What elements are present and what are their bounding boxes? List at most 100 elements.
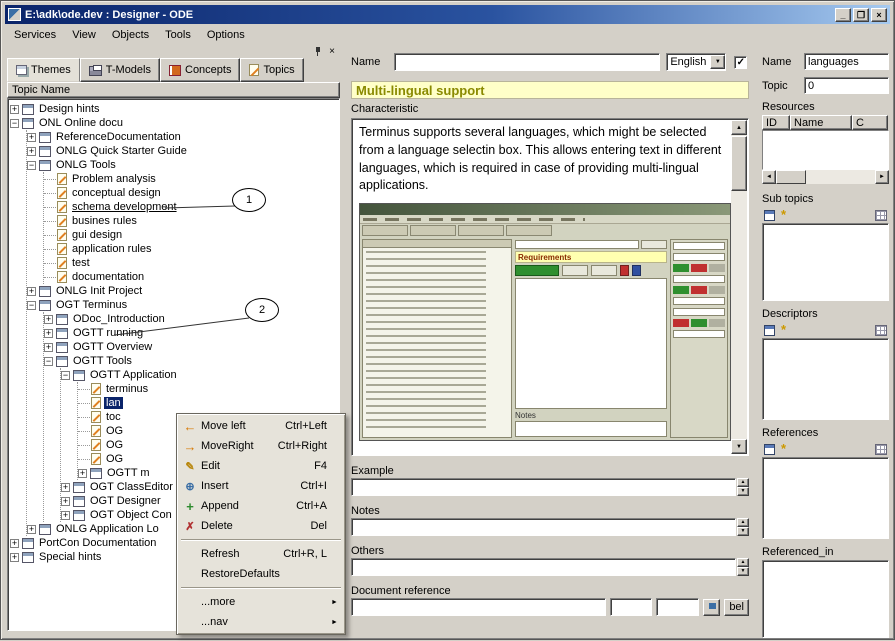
tree-item-label[interactable]: OGTT running xyxy=(71,327,145,339)
expand-toggle-icon[interactable]: + xyxy=(44,329,53,338)
others-input[interactable] xyxy=(351,558,736,576)
tree-item-label[interactable]: OG xyxy=(104,439,125,451)
menu-item-refresh[interactable]: RefreshCtrl+R, L xyxy=(179,544,343,564)
menu-view[interactable]: View xyxy=(64,27,104,43)
scroll-up-icon[interactable]: ▲ xyxy=(731,120,747,135)
menu-item-edit[interactable]: ✎EditF4 xyxy=(179,456,343,476)
tab-concepts[interactable]: Concepts xyxy=(160,58,240,82)
tree-item[interactable]: application rules xyxy=(44,242,337,256)
grid-view-icon[interactable] xyxy=(875,210,887,221)
tree-item-label[interactable]: Design hints xyxy=(37,103,102,115)
tree-item[interactable]: Problem analysis xyxy=(44,172,337,186)
dock-close-icon[interactable]: × xyxy=(326,46,338,58)
pin-icon[interactable] xyxy=(312,46,323,57)
tree-item-label[interactable]: ONLG Application Lo xyxy=(54,523,161,535)
tree-item[interactable]: busines rules xyxy=(44,214,337,228)
menu-options[interactable]: Options xyxy=(199,27,253,43)
tree-item-label[interactable]: ONLG Init Project xyxy=(54,285,144,297)
menu-item-more[interactable]: ...more► xyxy=(179,592,343,612)
tree-item-label[interactable]: OGTT Application xyxy=(88,369,179,381)
tree-item-label[interactable]: OG xyxy=(104,425,125,437)
add-item-icon[interactable] xyxy=(764,444,775,455)
tab-topics[interactable]: Topics xyxy=(240,58,303,82)
collapse-toggle-icon[interactable]: − xyxy=(27,161,36,170)
menu-item-nav[interactable]: ...nav► xyxy=(179,612,343,632)
minimize-button[interactable]: _ xyxy=(835,8,851,22)
tree-item-label[interactable]: ONLG Quick Starter Guide xyxy=(54,145,189,157)
tree-item[interactable]: −OGTT Application xyxy=(61,368,337,382)
references-list[interactable] xyxy=(762,457,889,539)
title-bar[interactable]: E:\adk\ode.dev : Designer - ODE _ ❐ × xyxy=(5,5,890,24)
tree-item[interactable]: conceptual design xyxy=(44,186,337,200)
tree-item[interactable]: +Design hints xyxy=(10,102,337,116)
tree-item-label[interactable]: ReferenceDocumentation xyxy=(54,131,183,143)
tree-item[interactable]: −ONL Online docu xyxy=(10,116,337,130)
notes-scroll-buttons[interactable]: ▲▼ xyxy=(737,518,749,536)
expand-toggle-icon[interactable]: + xyxy=(27,287,36,296)
grid-view-icon[interactable] xyxy=(875,444,887,455)
tree-item[interactable]: −OGTT Tools xyxy=(44,354,337,368)
menu-item-delete[interactable]: ✗DeleteDel xyxy=(179,516,343,536)
tree-item-label[interactable]: Special hints xyxy=(37,551,103,563)
menu-tools[interactable]: Tools xyxy=(157,27,199,43)
expand-toggle-icon[interactable]: + xyxy=(44,315,53,324)
tree-item-label[interactable]: Problem analysis xyxy=(70,173,158,185)
tree-item[interactable]: documentation xyxy=(44,270,337,284)
tree-item-label[interactable]: lan xyxy=(104,397,123,409)
sub-topics-list[interactable] xyxy=(762,223,889,301)
resources-h-scrollbar[interactable]: ◄ ► xyxy=(762,170,889,184)
expand-toggle-icon[interactable]: + xyxy=(61,497,70,506)
menu-item-append[interactable]: +AppendCtrl+A xyxy=(179,496,343,516)
scroll-down-icon[interactable]: ▼ xyxy=(731,439,747,454)
tree-item-label[interactable]: OG xyxy=(104,453,125,465)
expand-toggle-icon[interactable]: + xyxy=(44,343,53,352)
tree-item-label[interactable]: schema development xyxy=(70,201,179,213)
resources-column-c[interactable]: C xyxy=(852,115,888,130)
tree-item-label[interactable]: ODoc_Introduction xyxy=(71,313,167,325)
bel-button[interactable]: bel xyxy=(724,599,749,616)
edit-item-icon[interactable]: * xyxy=(778,443,789,455)
language-select[interactable]: English ▼ xyxy=(666,53,726,71)
tree-item[interactable]: test xyxy=(44,256,337,270)
notes-input[interactable] xyxy=(351,518,736,536)
vertical-scrollbar[interactable]: ▲ ▼ xyxy=(731,120,747,454)
tree-item[interactable]: +ONLG Quick Starter Guide xyxy=(27,144,337,158)
tab-tmodels[interactable]: T-Models xyxy=(80,58,160,82)
scroll-left-icon[interactable]: ◄ xyxy=(762,170,776,184)
resources-table-header[interactable]: IDNameC xyxy=(762,115,889,130)
tree-item-label[interactable]: gui design xyxy=(70,229,124,241)
tree-item-label[interactable]: toc xyxy=(104,411,123,423)
document-reference-extra-input[interactable] xyxy=(656,598,700,616)
menu-item-insert[interactable]: ⊕InsertCtrl+I xyxy=(179,476,343,496)
translated-checkbox[interactable]: ✓ xyxy=(734,56,747,69)
grid-view-icon[interactable] xyxy=(875,325,887,336)
menu-services[interactable]: Services xyxy=(6,27,64,43)
tree-item-label[interactable]: OGT Terminus xyxy=(54,299,129,311)
collapse-toggle-icon[interactable]: − xyxy=(27,301,36,310)
tree-item-label[interactable]: documentation xyxy=(70,271,146,283)
expand-toggle-icon[interactable]: + xyxy=(78,469,87,478)
add-item-icon[interactable] xyxy=(764,325,775,336)
tree-item[interactable]: lan xyxy=(78,396,337,410)
tree-item-label[interactable]: PortCon Documentation xyxy=(37,537,158,549)
tree-item-label[interactable]: busines rules xyxy=(70,215,139,227)
document-reference-page-input[interactable] xyxy=(610,598,652,616)
menu-item-moveleft[interactable]: ←Move leftCtrl+Left xyxy=(179,416,343,436)
maximize-button[interactable]: ❐ xyxy=(853,8,869,22)
tree-item[interactable]: + ODoc_Introduction xyxy=(44,312,337,326)
close-button[interactable]: × xyxy=(871,8,887,22)
tree-item-label[interactable]: terminus xyxy=(104,383,150,395)
name-input[interactable] xyxy=(394,53,660,71)
edit-item-icon[interactable]: * xyxy=(778,324,789,336)
scroll-right-icon[interactable]: ► xyxy=(875,170,889,184)
tree-item[interactable]: gui design xyxy=(44,228,337,242)
expand-toggle-icon[interactable]: + xyxy=(10,553,19,562)
resources-column-id[interactable]: ID xyxy=(762,115,790,130)
characteristic-editor[interactable]: Terminus supports several languages, whi… xyxy=(351,118,749,456)
tree-item[interactable]: − OGT Terminus xyxy=(27,298,337,312)
chevron-down-icon[interactable]: ▼ xyxy=(710,55,725,69)
collapse-toggle-icon[interactable]: − xyxy=(44,357,53,366)
resources-column-name[interactable]: Name xyxy=(790,115,852,130)
tree-item-label[interactable]: conceptual design xyxy=(70,187,163,199)
tree-item[interactable]: + OGTT running xyxy=(44,326,337,340)
